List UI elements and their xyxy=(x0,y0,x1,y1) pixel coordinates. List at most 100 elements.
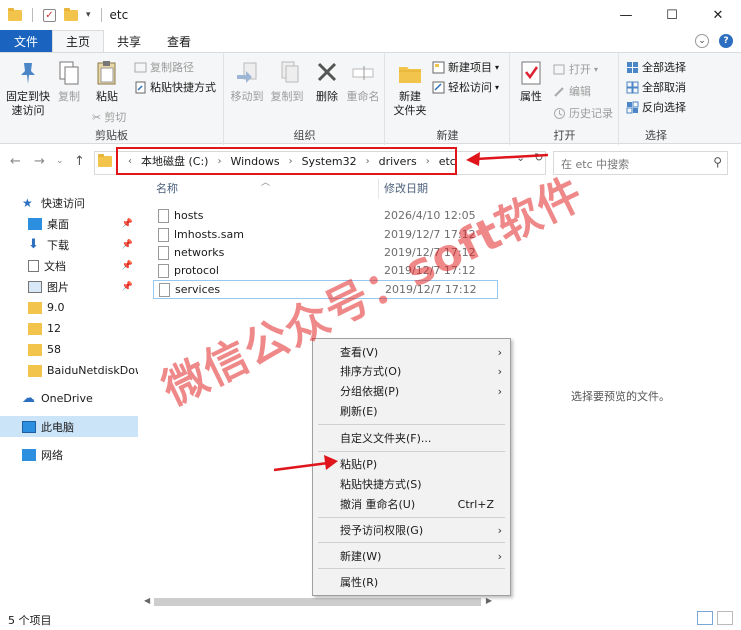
easy-access-button[interactable]: 轻松访问 ▾ xyxy=(432,79,499,95)
scrollbar-thumb[interactable] xyxy=(154,598,481,606)
select-group: 全部选择 全部取消 反向选择 选择 xyxy=(620,53,692,145)
menu-item-paste[interactable]: 粘贴(P) xyxy=(313,454,510,474)
new-item-icon xyxy=(432,61,445,73)
help-icon[interactable]: ? xyxy=(719,34,733,48)
select-all-button[interactable]: 全部选择 xyxy=(626,59,686,75)
large-icons-view-icon[interactable] xyxy=(717,611,733,625)
new-item-button[interactable]: 新建项目 ▾ xyxy=(432,59,499,75)
document-icon xyxy=(28,259,39,272)
sidebar-item-quick-access[interactable]: ★ 快速访问 xyxy=(0,192,138,213)
file-icon xyxy=(158,263,169,278)
menu-divider xyxy=(318,451,505,452)
file-icon xyxy=(159,282,170,297)
column-divider[interactable] xyxy=(378,179,379,199)
up-icon[interactable]: ↑ xyxy=(74,154,85,169)
cloud-icon: ☁ xyxy=(22,390,35,406)
submenu-arrow-icon: › xyxy=(497,549,502,563)
menu-item-sort[interactable]: 排序方式(O) › xyxy=(313,361,510,381)
file-row[interactable]: hosts 2026/4/10 12:05 xyxy=(153,206,498,225)
submenu-arrow-icon: › xyxy=(497,384,502,398)
column-header-date[interactable]: 修改日期 xyxy=(384,180,428,198)
sidebar-item-folder-9[interactable]: 9.0 xyxy=(0,297,138,318)
status-item-count: 5 个项目 xyxy=(8,614,52,627)
sidebar-item-network[interactable]: 网络 xyxy=(0,444,138,465)
delete-button[interactable]: 删除 xyxy=(313,59,341,104)
pin-to-quick-access-button[interactable]: 固定到快 速访问 xyxy=(6,59,50,118)
properties-check-icon[interactable]: ✓ xyxy=(43,8,56,22)
easy-access-icon xyxy=(432,81,445,93)
file-row[interactable]: services 2019/12/7 17:12 xyxy=(153,280,498,299)
properties-button[interactable]: 属性 xyxy=(517,59,545,104)
sidebar-item-desktop[interactable]: 桌面 📌 xyxy=(0,213,138,234)
sidebar-item-downloads[interactable]: ⬇ 下载 📌 xyxy=(0,234,138,255)
copy-path-button[interactable]: 复制路径 xyxy=(134,59,194,75)
download-icon: ⬇ xyxy=(28,236,39,252)
address-dropdown-icon[interactable]: ⌄ xyxy=(516,151,525,164)
details-view-icon[interactable] xyxy=(697,611,713,625)
scroll-right-icon[interactable]: ▶ xyxy=(486,596,492,605)
collapse-ribbon-icon[interactable]: ⌄ xyxy=(695,34,709,48)
open-button[interactable]: 打开 ▾ xyxy=(553,61,598,77)
menu-item-undo-rename[interactable]: 撤消 重命名(U) Ctrl+Z xyxy=(313,494,510,514)
column-header-name[interactable]: 名称 xyxy=(156,180,178,198)
copy-button[interactable]: 复制 xyxy=(54,59,84,104)
menu-item-view[interactable]: 查看(V) › xyxy=(313,342,510,362)
open-group-label: 打开 xyxy=(553,129,576,142)
search-box[interactable]: 在 etc 中搜索 ⚲ xyxy=(553,151,728,175)
menu-item-properties[interactable]: 属性(R) xyxy=(313,572,510,592)
tab-file[interactable]: 文件 xyxy=(0,30,53,52)
minimize-icon[interactable]: — xyxy=(603,0,649,30)
menu-item-grant-access[interactable]: 授予访问权限(G) › xyxy=(313,520,510,540)
close-icon[interactable]: ✕ xyxy=(695,0,741,30)
cut-button[interactable]: ✂ 剪切 xyxy=(92,109,126,125)
back-icon[interactable]: ← xyxy=(10,154,21,169)
horizontal-scrollbar[interactable]: ◀ ▶ xyxy=(142,596,494,608)
paste-shortcut-button[interactable]: 粘贴快捷方式 xyxy=(134,79,216,95)
recent-locations-icon[interactable]: ⌄ xyxy=(56,156,64,166)
copy-to-button[interactable]: 复制到 xyxy=(269,59,305,104)
move-to-button[interactable]: 移动到 xyxy=(229,59,265,104)
sidebar-item-folder-58[interactable]: 58 xyxy=(0,339,138,360)
menu-item-paste-shortcut[interactable]: 粘贴快捷方式(S) xyxy=(313,474,510,494)
history-button[interactable]: 历史记录 xyxy=(553,105,613,121)
rename-icon xyxy=(352,66,374,80)
refresh-icon[interactable]: ↻ xyxy=(534,151,543,164)
forward-icon[interactable]: → xyxy=(34,154,45,169)
open-icon xyxy=(553,64,565,74)
menu-item-new[interactable]: 新建(W) › xyxy=(313,546,510,566)
new-folder-button[interactable]: 新建 文件夹 xyxy=(392,59,428,118)
rename-button[interactable]: 重命名 xyxy=(345,59,381,104)
tab-view[interactable]: 查看 xyxy=(154,30,204,52)
title-bar: ✓ ▾ etc — ☐ ✕ xyxy=(0,0,741,30)
pin-icon[interactable]: 📌 xyxy=(122,240,133,250)
menu-item-refresh[interactable]: 刷新(E) xyxy=(313,401,510,421)
move-to-icon xyxy=(237,62,257,83)
tab-home[interactable]: 主页 xyxy=(52,30,105,52)
paste-button[interactable]: 粘贴 xyxy=(92,59,122,104)
star-icon: ★ xyxy=(22,195,33,210)
sidebar-item-onedrive[interactable]: ☁ OneDrive xyxy=(0,388,138,409)
menu-item-group[interactable]: 分组依据(P) › xyxy=(313,381,510,401)
menu-item-customize-folder[interactable]: 自定义文件夹(F)... xyxy=(313,428,510,448)
sidebar-item-documents[interactable]: 文档 📌 xyxy=(0,255,138,276)
tab-share[interactable]: 共享 xyxy=(104,30,154,52)
scissors-icon: ✂ xyxy=(92,110,102,124)
invert-selection-button[interactable]: 反向选择 xyxy=(626,99,686,115)
sidebar-item-pictures[interactable]: 图片 📌 xyxy=(0,276,138,297)
file-icon xyxy=(158,227,169,242)
file-row[interactable]: protocol 2019/12/7 17:12 xyxy=(153,261,498,280)
edit-button[interactable]: 编辑 xyxy=(553,83,591,99)
file-row[interactable]: lmhosts.sam 2019/12/7 17:12 xyxy=(153,225,498,244)
file-row[interactable]: networks 2019/12/7 17:12 xyxy=(153,243,498,262)
sidebar-item-baidunetdisk[interactable]: BaiduNetdiskDow xyxy=(0,360,138,381)
customize-toolbar-dropdown-icon[interactable]: ▾ xyxy=(86,10,91,20)
maximize-icon[interactable]: ☐ xyxy=(649,0,695,30)
select-none-button[interactable]: 全部取消 xyxy=(626,79,686,95)
pin-icon[interactable]: 📌 xyxy=(122,282,133,292)
scroll-left-icon[interactable]: ◀ xyxy=(144,596,150,605)
pin-icon[interactable]: 📌 xyxy=(122,219,133,229)
pin-icon[interactable]: 📌 xyxy=(122,261,133,271)
sidebar-item-folder-12[interactable]: 12 xyxy=(0,318,138,339)
new-folder-icon[interactable] xyxy=(64,7,78,21)
sidebar-item-this-pc[interactable]: 此电脑 xyxy=(0,416,138,437)
